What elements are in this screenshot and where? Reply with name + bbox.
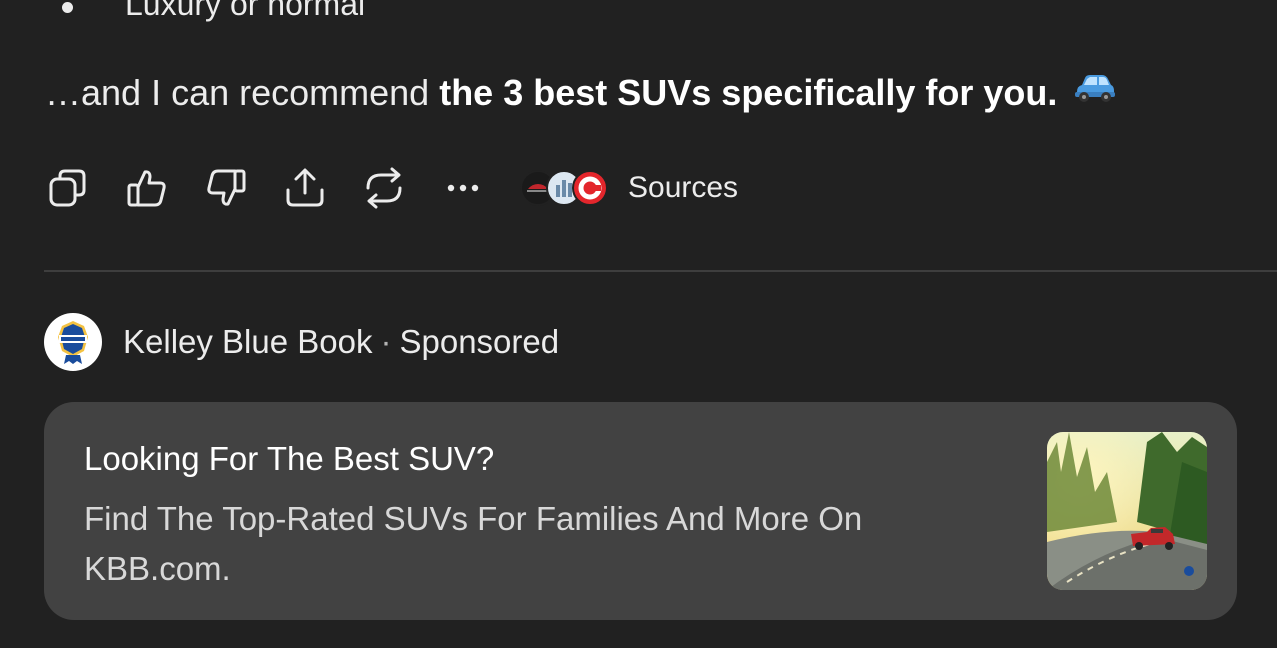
- share-icon: [286, 168, 324, 207]
- sponsor-separator: ·: [380, 323, 392, 360]
- message-bold-text: the 3 best SUVs specifically for you.: [439, 72, 1058, 113]
- list-item-text: Luxury or normal: [125, 0, 366, 22]
- good-response-button[interactable]: [123, 164, 171, 212]
- bad-response-button[interactable]: [202, 164, 250, 212]
- share-button[interactable]: [281, 164, 329, 212]
- divider: [44, 270, 1277, 272]
- copy-icon: [49, 169, 86, 207]
- regenerate-icon: [366, 167, 402, 209]
- ad-description: Find The Top-Rated SUVs For Families And…: [84, 500, 863, 587]
- sponsored-ad-card[interactable]: Looking For The Best SUV? Find The Top-R…: [44, 402, 1237, 620]
- more-actions-button[interactable]: [439, 164, 487, 212]
- c-site-favicon: [572, 170, 608, 206]
- assistant-message: …and I can recommend the 3 best SUVs spe…: [45, 69, 1116, 116]
- sponsor-name: Kelley Blue Book: [123, 323, 373, 360]
- kbb-logo: [44, 313, 102, 371]
- message-text: …and I can recommend: [45, 72, 440, 113]
- list-item: Luxury or normal: [62, 0, 365, 24]
- ad-image: [1047, 432, 1207, 590]
- sources-label: Sources: [628, 171, 739, 204]
- sponsored-label: Sponsored: [399, 323, 560, 360]
- bullet-marker: [62, 1, 73, 13]
- thumbs-down-icon: [207, 169, 246, 206]
- message-actions: Sources: [44, 164, 738, 212]
- regenerate-button[interactable]: [360, 164, 408, 212]
- ad-title: Looking For The Best SUV?: [84, 440, 495, 477]
- thumbs-up-icon: [127, 170, 166, 207]
- more-icon: [447, 184, 479, 192]
- sources-button[interactable]: Sources: [520, 170, 738, 206]
- car-emoji-icon: [1073, 69, 1116, 115]
- sponsor-header: Kelley Blue Book · Sponsored: [44, 313, 559, 371]
- copy-button[interactable]: [44, 164, 92, 212]
